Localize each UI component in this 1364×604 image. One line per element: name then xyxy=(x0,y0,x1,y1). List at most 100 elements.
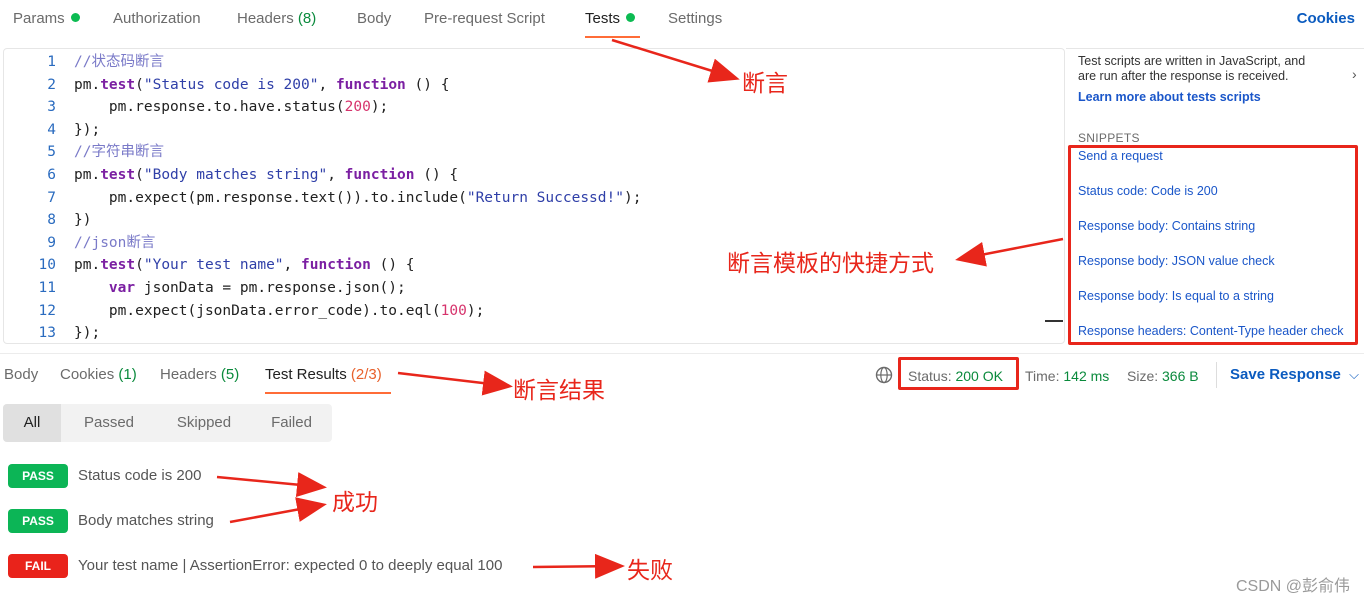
chevron-down-icon: ⌵ xyxy=(1349,367,1359,382)
cookies-link[interactable]: Cookies xyxy=(1297,10,1355,27)
line-number: 2 xyxy=(47,76,56,93)
response-tab-body[interactable]: Body xyxy=(4,366,38,383)
code-token: , xyxy=(318,76,336,93)
tab-count: (1) xyxy=(118,366,137,383)
save-response-button[interactable]: Save Response ⌵ xyxy=(1230,366,1359,383)
code-line[interactable]: 6 pm.test("Body matches string", function… xyxy=(4,164,1044,186)
pass-badge: PASS xyxy=(8,509,68,533)
tab-params[interactable]: Params xyxy=(13,10,80,27)
line-number: 13 xyxy=(38,325,56,342)
tab-tests[interactable]: Tests xyxy=(585,10,636,27)
line-number: 6 xyxy=(47,167,56,183)
code-token: , xyxy=(327,167,345,183)
line-number: 8 xyxy=(47,212,56,229)
code-token: 200 xyxy=(344,99,371,116)
code-text: }); xyxy=(74,119,100,141)
annotation-success: 成功 xyxy=(332,490,378,516)
tab-label: Test Results xyxy=(265,366,347,383)
filter-skipped[interactable]: Skipped xyxy=(157,404,251,442)
active-tab-indicator xyxy=(585,36,640,38)
line-number: 5 xyxy=(47,144,56,161)
arrow-pass-1 xyxy=(216,472,327,498)
code-line[interactable]: 7 pm.expect(pm.response.text()).to.inclu… xyxy=(4,187,1044,209)
status-dot-icon xyxy=(626,13,636,22)
test-script-editor[interactable]: 1 //状态码断言 2 pm.test("Status code is 200", f… xyxy=(3,48,1065,344)
code-token: ); xyxy=(466,302,485,319)
code-line[interactable]: 5 //字符串断言 xyxy=(4,141,1044,163)
active-tab-indicator xyxy=(265,392,391,394)
code-text: pm.expect(jsonData.error_code).to.eql(10… xyxy=(74,300,484,322)
learn-more-link[interactable]: Learn more about tests scripts xyxy=(1078,90,1261,104)
code-token: jsonData = pm.response.json(); xyxy=(135,280,406,296)
tab-body[interactable]: Body xyxy=(357,10,391,27)
response-tab-test-results[interactable]: Test Results (2/3) xyxy=(265,366,382,383)
code-text: pm.test("Status code is 200", function (… xyxy=(74,74,449,96)
code-token: ( xyxy=(135,257,144,274)
tab-count: (2/3) xyxy=(350,366,382,383)
code-line[interactable]: 13}); xyxy=(4,322,1044,343)
fail-badge: FAIL xyxy=(8,554,68,578)
code-text: pm.expect(pm.response.text()).to.include… xyxy=(74,187,642,209)
tab-authorization[interactable]: Authorization xyxy=(113,10,201,27)
code-text: //状态码断言 xyxy=(74,51,164,73)
code-token: //字符串断言 xyxy=(74,144,164,161)
filter-failed[interactable]: Failed xyxy=(251,404,332,442)
code-text: pm.test("Your test name", function () { xyxy=(74,254,415,276)
code-token: pm.expect(jsonData.error_code).to.eql( xyxy=(74,302,441,319)
code-token: pm.response.to.have.status( xyxy=(74,99,345,116)
annotation-results: 断言结果 xyxy=(513,378,605,404)
response-tab-headers[interactable]: Headers (5) xyxy=(160,366,239,383)
time-label: Time: xyxy=(1025,368,1060,384)
tab-settings[interactable]: Settings xyxy=(668,10,722,27)
code-token: "Return Successd!" xyxy=(466,189,624,206)
code-line[interactable]: 12 pm.expect(jsonData.error_code).to.eql… xyxy=(4,300,1044,322)
tab-headers[interactable]: Headers (8) xyxy=(237,10,316,27)
tab-label: Headers xyxy=(160,366,217,383)
code-token: }); xyxy=(74,325,101,342)
code-text: }) xyxy=(74,209,91,231)
tab-label: Headers xyxy=(237,10,294,27)
code-token: 100 xyxy=(440,302,467,319)
code-token: }); xyxy=(74,121,101,138)
arrow-fail xyxy=(532,553,625,579)
code-line[interactable]: 8}) xyxy=(4,209,1044,231)
save-response-label: Save Response xyxy=(1230,366,1341,383)
code-line[interactable]: 11 var jsonData = pm.response.json(); xyxy=(4,277,1044,299)
response-tab-cookies[interactable]: Cookies (1) xyxy=(60,366,137,383)
code-token: function xyxy=(301,257,371,274)
code-token: ( xyxy=(135,76,144,93)
code-token: () { xyxy=(370,257,415,274)
tab-label: Pre-request Script xyxy=(424,10,545,27)
line-number: 4 xyxy=(47,121,56,138)
code-token: () { xyxy=(405,76,450,93)
globe-icon[interactable] xyxy=(875,366,893,384)
line-number: 7 xyxy=(47,189,56,206)
tab-label: Cookies xyxy=(60,366,115,383)
code-line[interactable]: 4}); xyxy=(4,119,1044,141)
code-text: var jsonData = pm.response.json(); xyxy=(74,277,406,299)
size-readout[interactable]: Size: 366 B xyxy=(1127,368,1199,384)
code-token: //json断言 xyxy=(74,234,156,251)
code-token: pm. xyxy=(74,167,101,183)
editor-scroll-marker xyxy=(1045,320,1063,322)
code-token: }) xyxy=(74,212,92,229)
code-line[interactable]: 2 pm.test("Status code is 200", function … xyxy=(4,74,1044,96)
filter-passed[interactable]: Passed xyxy=(61,404,157,442)
tab-pre-request-script[interactable]: Pre-request Script xyxy=(424,10,545,27)
code-line[interactable]: 1 //状态码断言 xyxy=(4,51,1044,73)
chevron-right-icon[interactable]: › xyxy=(1352,66,1357,82)
line-number: 1 xyxy=(47,54,56,70)
filter-all[interactable]: All xyxy=(3,404,61,442)
test-result-text: Your test name | AssertionError: expecte… xyxy=(78,557,503,574)
code-token: function xyxy=(335,76,406,93)
code-token: function xyxy=(344,167,415,183)
line-number: 3 xyxy=(47,99,56,116)
code-text: }); xyxy=(74,322,101,343)
code-text: pm.response.to.have.status(200); xyxy=(74,96,388,118)
code-token: test xyxy=(100,257,136,274)
annotation-snippets: 断言模板的快捷方式 xyxy=(727,251,934,277)
code-line[interactable]: 3 pm.response.to.have.status(200); xyxy=(4,96,1044,118)
time-readout[interactable]: Time: 142 ms xyxy=(1025,368,1109,384)
code-token: ( xyxy=(135,167,144,183)
code-token: test xyxy=(100,76,136,93)
